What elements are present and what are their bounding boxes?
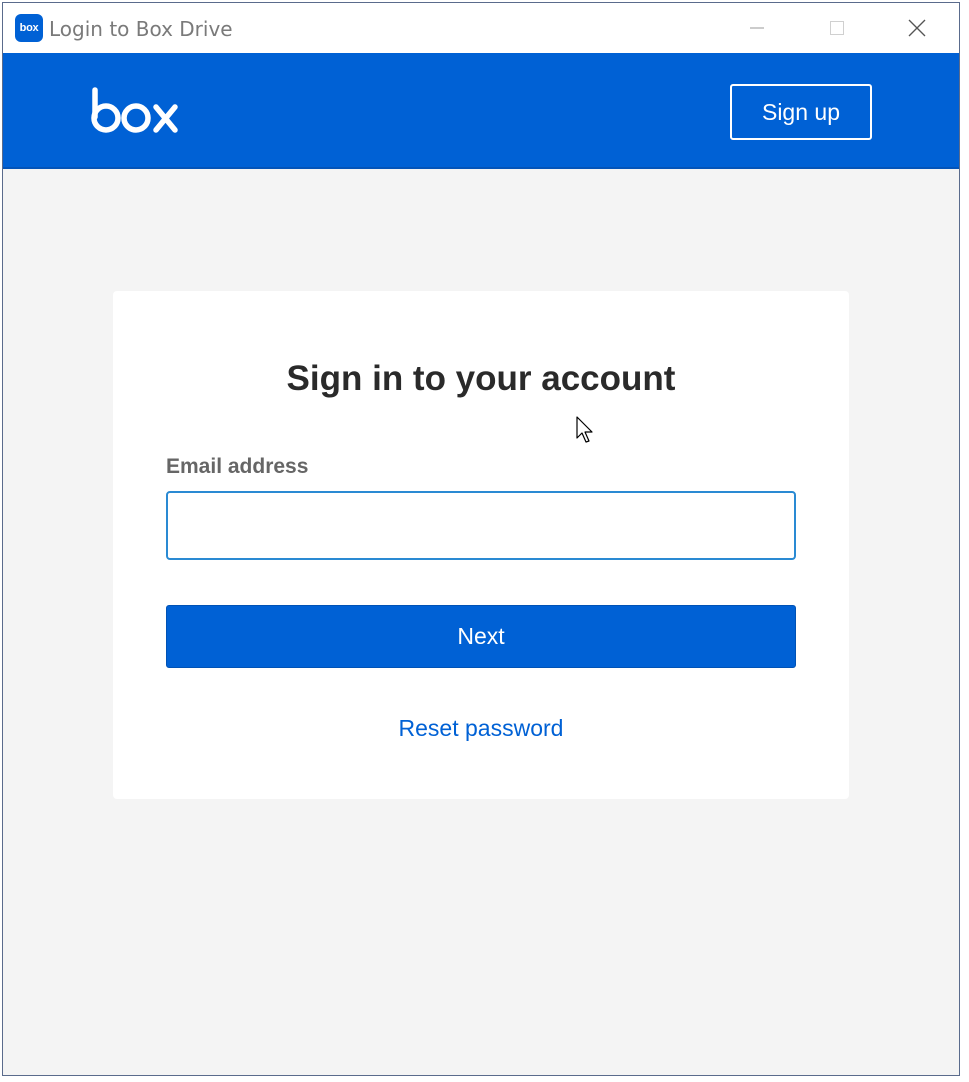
reset-password-link[interactable]: Reset password <box>113 715 849 742</box>
app-window: box Login to Box Drive Sign up Sign in t… <box>2 2 960 1076</box>
maximize-button[interactable] <box>797 3 877 53</box>
minimize-button[interactable] <box>717 3 797 53</box>
window-title: Login to Box Drive <box>49 17 233 41</box>
mouse-pointer-icon <box>576 416 596 451</box>
brand-header: Sign up <box>3 53 959 169</box>
sign-up-button[interactable]: Sign up <box>730 84 872 140</box>
email-field[interactable] <box>166 491 796 560</box>
maximize-icon <box>830 21 844 35</box>
title-bar[interactable]: box Login to Box Drive <box>3 3 959 53</box>
email-label: Email address <box>166 455 309 478</box>
close-icon <box>908 19 926 37</box>
box-app-icon: box <box>15 14 43 42</box>
close-button[interactable] <box>877 3 957 53</box>
box-logo <box>90 87 180 142</box>
page-title: Sign in to your account <box>286 359 676 398</box>
minimize-icon <box>750 27 764 29</box>
next-button[interactable]: Next <box>166 605 796 668</box>
login-card: Sign in to your account Email address Ne… <box>113 291 849 799</box>
